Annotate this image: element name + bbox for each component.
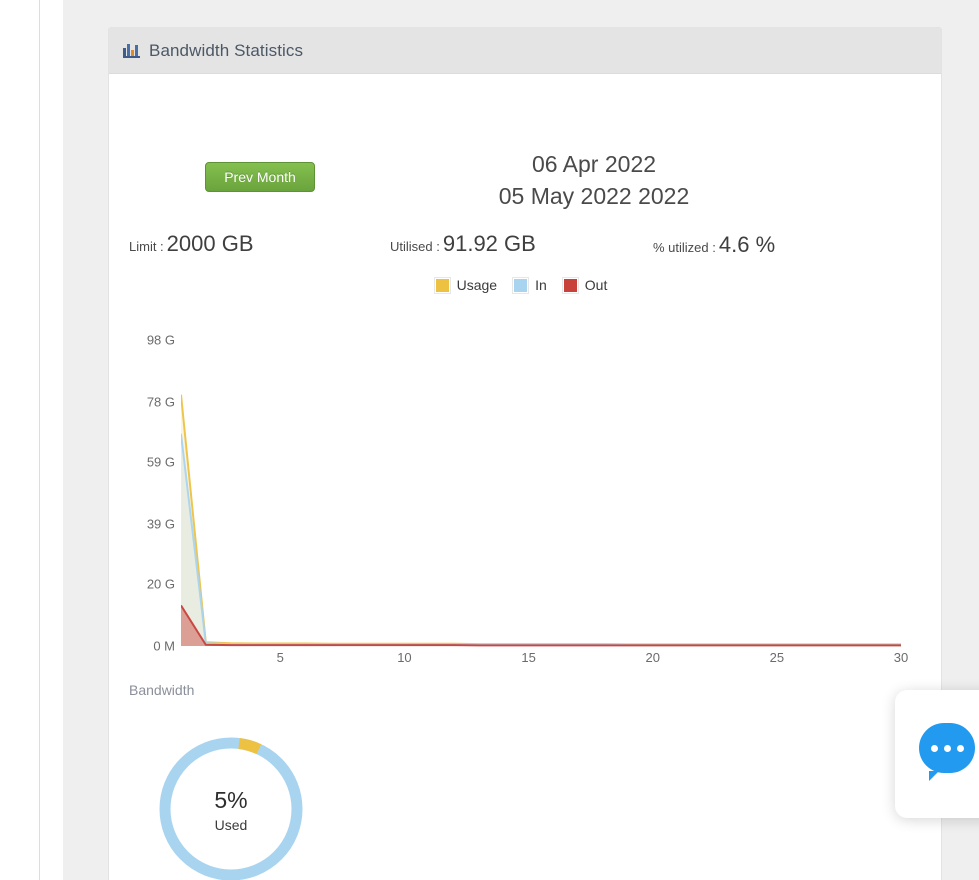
y-axis-tick-label: 78 G [146, 394, 175, 410]
chart-plot-area: 5 10 15 20 25 30 [180, 302, 941, 702]
legend-swatch-in [512, 276, 530, 294]
donut-percent: 5% [214, 786, 248, 813]
percent-label: % utilized : [653, 240, 716, 255]
legend-swatch-out [561, 276, 579, 294]
chat-bubble-icon[interactable] [919, 723, 975, 781]
panel-header: Bandwidth Statistics [109, 28, 941, 74]
area-series-usage [181, 394, 901, 646]
legend-item-in[interactable]: In [512, 276, 547, 294]
x-axis-tick-label: 20 [645, 650, 660, 665]
area-series-in [181, 433, 901, 646]
legend-label: Usage [456, 277, 498, 293]
y-axis-ticks: 0 M 20 G 39 G 59 G 78 G 98 G [129, 302, 175, 702]
y-axis-tick-label: 98 G [146, 332, 175, 348]
y-axis-tick-label: 39 G [146, 516, 175, 532]
line-series-out [180, 604, 901, 647]
limit-label: Limit : [129, 239, 164, 254]
stat-percent-utilized: % utilized :4.6 % [653, 232, 775, 258]
panel-title: Bandwidth Statistics [149, 40, 304, 60]
line-series-usage [180, 394, 901, 646]
usage-donut-chart: 5% Used [151, 729, 311, 880]
x-axis-tick-label: 5 [276, 650, 284, 665]
stat-limit: Limit :2000 GB [129, 231, 254, 257]
x-axis-tick-label: 15 [521, 650, 536, 665]
stats-row: Limit :2000 GB Utilised :91.92 GB % util… [109, 229, 941, 265]
y-axis-tick-label: 0 M [153, 638, 175, 654]
legend-item-usage[interactable]: Usage [433, 276, 498, 294]
donut-center-labels: 5% Used [151, 729, 311, 880]
legend-item-out[interactable]: Out [561, 276, 608, 294]
date-range: 06 Apr 2022 05 May 2022 2022 [379, 148, 809, 212]
area-series-out [181, 605, 901, 646]
screen: Bandwidth Statistics Prev Month 06 Apr 2… [0, 0, 979, 880]
left-rail-divider [39, 0, 40, 880]
legend-label: In [535, 277, 547, 293]
prev-month-button[interactable]: Prev Month [205, 162, 315, 192]
top-controls-row [109, 74, 941, 154]
chart-axis-caption: Bandwidth [129, 682, 195, 698]
chat-dots [919, 723, 975, 773]
limit-value: 2000 GB [166, 231, 254, 256]
y-axis-tick-label: 59 G [146, 454, 175, 470]
bandwidth-statistics-panel: Bandwidth Statistics Prev Month 06 Apr 2… [108, 27, 942, 880]
y-axis-tick-label: 20 G [146, 576, 175, 592]
x-axis-tick-label: 10 [397, 650, 412, 665]
bar-chart-icon [123, 43, 140, 58]
donut-used-label: Used [214, 816, 248, 833]
x-axis-tick-label: 25 [769, 650, 785, 665]
legend-swatch-usage [433, 276, 451, 294]
area-chart-svg [180, 394, 901, 647]
date-range-start: 06 Apr 2022 [531, 151, 657, 177]
percent-value: 4.6 % [718, 232, 776, 257]
line-series-in [180, 433, 901, 647]
utilised-label: Utilised : [390, 239, 440, 254]
date-range-end: 05 May 2022 2022 [498, 183, 690, 209]
panel-body: Prev Month 06 Apr 2022 05 May 2022 2022 … [109, 74, 941, 880]
chart-legend: Usage In Out [109, 276, 941, 294]
x-axis-tick-label: 30 [893, 650, 909, 665]
stat-utilised: Utilised :91.92 GB [390, 231, 536, 257]
bandwidth-area-chart: 0 M 20 G 39 G 59 G 78 G 98 G 5 10 15 20 25 30 [129, 302, 941, 702]
utilised-value: 91.92 GB [442, 231, 536, 256]
legend-label: Out [584, 277, 608, 293]
chat-widget-card [895, 690, 979, 818]
